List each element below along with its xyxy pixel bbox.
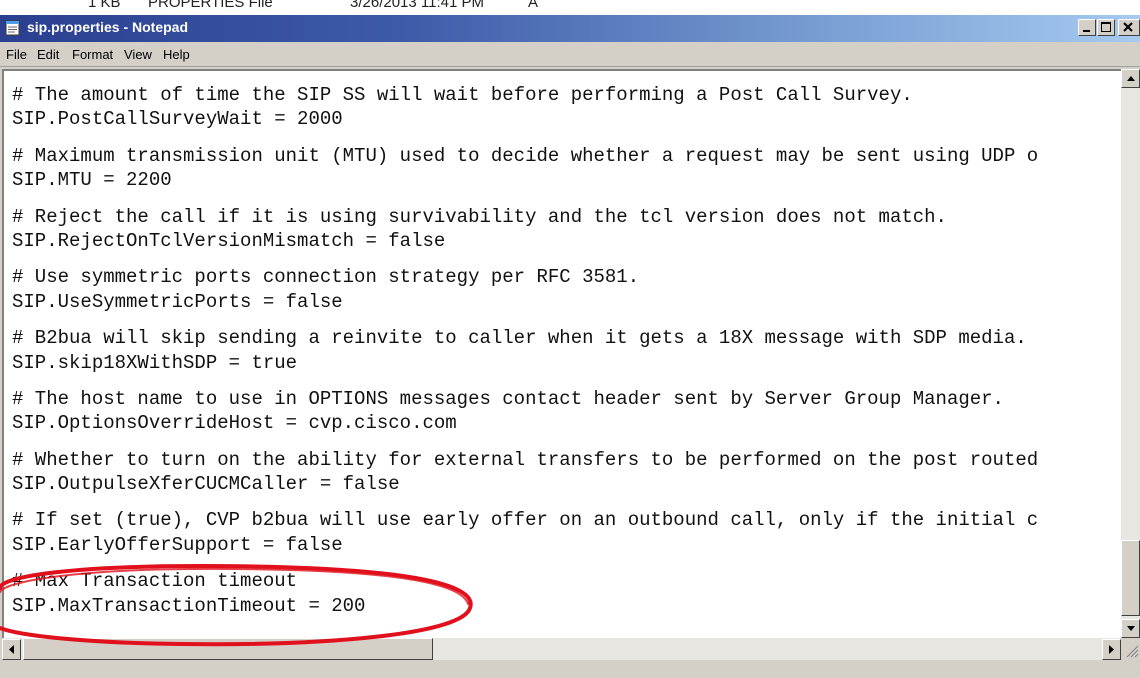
arrow-right-icon: [1109, 645, 1114, 654]
background-explorer-row: 1 KB PROPERTIES File 3/26/2013 11:41 PM …: [0, 0, 1140, 15]
file-type: PROPERTIES File: [148, 0, 273, 11]
code-line: # Reject the call if it is using surviva…: [12, 205, 947, 228]
menu-file[interactable]: File: [6, 47, 27, 62]
title-bar[interactable]: sip.properties - Notepad: [0, 15, 1140, 42]
file-size: 1 KB: [88, 0, 121, 11]
text-editor[interactable]: # The amount of time the SIP SS will wai…: [2, 69, 1124, 638]
code-line: # Maximum transmission unit (MTU) used t…: [12, 144, 1039, 167]
code-line: SIP.PostCallSurveyWait = 2000: [12, 108, 343, 131]
code-line: # B2bua will skip sending a reinvite to …: [12, 327, 1027, 350]
editor-content[interactable]: # The amount of time the SIP SS will wai…: [12, 83, 1038, 618]
code-line: SIP.MaxTransactionTimeout = 200: [12, 594, 366, 617]
maximize-icon: [1101, 22, 1111, 32]
resize-grip-icon: [1126, 645, 1139, 658]
arrow-down-icon: [1127, 626, 1135, 631]
menu-format[interactable]: Format: [72, 47, 113, 62]
close-button[interactable]: [1118, 19, 1140, 36]
code-line: SIP.MTU = 2200: [12, 169, 172, 192]
close-icon: [1123, 22, 1133, 32]
menu-view[interactable]: View: [124, 47, 152, 62]
menu-help[interactable]: Help: [163, 47, 190, 62]
vertical-scroll-thumb[interactable]: [1121, 540, 1140, 616]
scroll-up-button[interactable]: [1121, 69, 1140, 88]
code-line: SIP.skip18XWithSDP = true: [12, 351, 298, 374]
scroll-left-button[interactable]: [2, 639, 21, 660]
minimize-button[interactable]: [1078, 19, 1096, 36]
menu-edit[interactable]: Edit: [37, 47, 59, 62]
code-line: # Whether to turn on the ability for ext…: [12, 448, 1039, 471]
horizontal-scrollbar[interactable]: [2, 638, 1121, 660]
scroll-down-button[interactable]: [1121, 619, 1140, 638]
code-line: SIP.OutpulseXferCUCMCaller = false: [12, 473, 400, 496]
arrow-left-icon: [9, 645, 14, 654]
code-line: SIP.EarlyOfferSupport = false: [12, 533, 343, 556]
code-line: SIP.OptionsOverrideHost = cvp.cisco.com: [12, 412, 457, 435]
maximize-button[interactable]: [1097, 19, 1115, 36]
window-title: sip.properties - Notepad: [27, 19, 189, 35]
vertical-scrollbar[interactable]: [1121, 69, 1140, 638]
notepad-window: sip.properties - Notepad File Edit Forma…: [0, 15, 1140, 678]
minimize-icon: [1083, 30, 1090, 32]
code-line: # Max Transaction timeout: [12, 570, 298, 593]
menu-bar: File Edit Format View Help: [0, 42, 1140, 67]
code-line: SIP.UseSymmetricPorts = false: [12, 290, 343, 313]
file-date: 3/26/2013 11:41 PM: [350, 0, 484, 11]
code-line: # The host name to use in OPTIONS messag…: [12, 387, 1004, 410]
scroll-right-button[interactable]: [1102, 639, 1121, 660]
arrow-up-icon: [1127, 76, 1135, 81]
code-line: # The amount of time the SIP SS will wai…: [12, 84, 913, 106]
notepad-icon: [5, 20, 20, 36]
code-line: # Use symmetric ports connection strateg…: [12, 266, 640, 289]
resize-grip[interactable]: [1121, 638, 1140, 660]
horizontal-scroll-thumb[interactable]: [23, 638, 433, 660]
file-attributes: A: [528, 0, 539, 11]
code-line: # If set (true), CVP b2bua will use earl…: [12, 509, 1039, 532]
code-line: SIP.RejectOnTclVersionMismatch = false: [12, 229, 446, 252]
